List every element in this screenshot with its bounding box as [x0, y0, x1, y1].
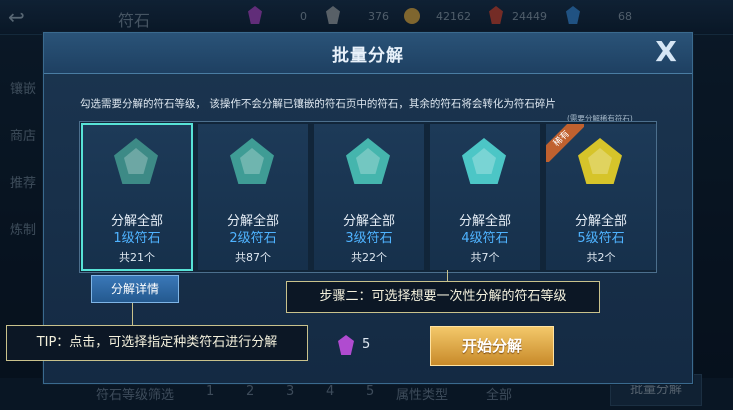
- card-count: 共2个: [586, 251, 616, 264]
- card-level: 1级符石: [113, 231, 161, 246]
- card-count: 共22个: [351, 251, 387, 264]
- decompose-details-button[interactable]: 分解详情: [91, 275, 179, 303]
- rune-level-card-4[interactable]: 分解全部 4级符石 共7个: [430, 124, 540, 270]
- rune-level-card-2[interactable]: 分解全部 2级符石 共87个: [198, 124, 308, 270]
- rune-gem-icon: [462, 138, 506, 184]
- annotation-connector: [132, 301, 133, 325]
- start-decompose-button[interactable]: 开始分解: [430, 326, 554, 366]
- dialog-title: 批量分解: [332, 46, 404, 66]
- card-level: 2级符石: [229, 231, 277, 246]
- gem-reward-count: 5: [362, 337, 371, 352]
- card-count: 共7个: [470, 251, 500, 264]
- rune-level-grid: 分解全部 1级符石 共21个 分解全部 2级符石 共87个 分解全部 3级符石 …: [79, 121, 657, 273]
- rune-level-card-3[interactable]: 分解全部 3级符石 共22个: [314, 124, 424, 270]
- dialog-header: 批量分解 X: [44, 33, 692, 74]
- close-icon[interactable]: X: [644, 33, 688, 71]
- rune-level-card-5[interactable]: 稀有 分解全部 5级符石 共2个: [546, 124, 656, 270]
- card-count: 共21个: [119, 251, 155, 264]
- rune-gem-icon: [230, 138, 274, 184]
- rune-gem-icon: [346, 138, 390, 184]
- step-two-annotation: 步骤二：可选择想要一次性分解的符石等级: [286, 281, 600, 313]
- tip-annotation: TIP：点击，可选择指定种类符石进行分解: [6, 325, 308, 361]
- annotation-connector: [447, 270, 448, 281]
- rune-gem-icon: [114, 138, 158, 184]
- rune-level-card-1[interactable]: 分解全部 1级符石 共21个: [81, 123, 193, 271]
- instruction-text: 勾选需要分解的符石等级， 该操作不会分解已镶嵌的符石页中的符石，其余的符石将会转…: [80, 98, 556, 110]
- card-level: 4级符石: [461, 231, 509, 246]
- card-level: 5级符石: [577, 231, 625, 246]
- card-level: 3级符石: [345, 231, 393, 246]
- rune-gem-icon: [578, 138, 622, 184]
- card-count: 共87个: [235, 251, 271, 264]
